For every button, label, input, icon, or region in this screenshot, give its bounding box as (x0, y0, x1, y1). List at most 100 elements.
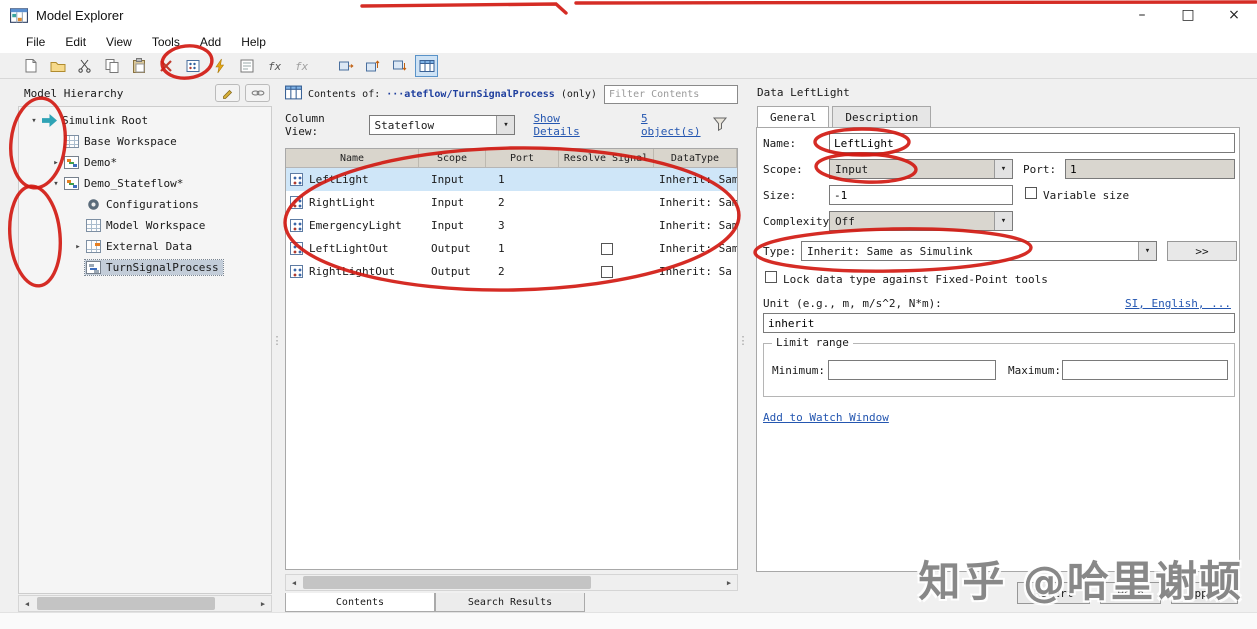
app-icon (10, 7, 28, 23)
function-call-icon[interactable]: fx (290, 56, 311, 76)
type-dropdown[interactable]: Inherit: Same as Simulink (801, 241, 1157, 261)
menu-item[interactable]: View (96, 32, 142, 52)
dialog-pane-icon[interactable] (236, 56, 257, 76)
size-label: Size: (763, 189, 797, 202)
unit-systems-link[interactable]: SI, English, ... (1125, 297, 1231, 310)
show-details-link[interactable]: Show Details (533, 112, 611, 138)
scroll-left-icon[interactable]: ◀ (19, 596, 35, 611)
expand-icon[interactable]: ▾ (27, 116, 41, 126)
expand-icon[interactable]: ▸ (49, 158, 63, 168)
resolve-signal-checkbox[interactable] (600, 265, 613, 278)
tree-item-icon (86, 240, 101, 253)
edit-icon[interactable] (215, 84, 240, 102)
panel-splitter[interactable]: ⋮ (738, 82, 749, 599)
dialog-tab[interactable]: Description (832, 106, 932, 127)
complexity-dropdown[interactable]: Off (829, 211, 1013, 231)
dialog-tab[interactable]: General (757, 106, 830, 127)
lock-datatype-checkbox[interactable] (765, 271, 777, 283)
menu-item[interactable]: Add (190, 32, 231, 52)
row-datatype: Inherit: Sam (659, 242, 737, 255)
trace-down-icon[interactable] (389, 56, 410, 76)
tree-item-label: TurnSignalProcess (106, 261, 219, 274)
row-port: 3 (498, 219, 505, 232)
column-header-resolve-signal[interactable]: Resolve Signal (559, 149, 654, 167)
menu-item[interactable]: Help (231, 32, 276, 52)
watermark: 知乎 @哈里谢顿 (918, 557, 1243, 606)
scroll-left-icon[interactable]: ◀ (286, 575, 302, 590)
name-field[interactable] (829, 133, 1235, 153)
link-icon[interactable] (245, 84, 270, 102)
tree-item-label: Demo* (84, 156, 118, 169)
panel-splitter[interactable]: ⋮ (272, 82, 283, 599)
expand-icon[interactable]: ▸ (71, 242, 85, 252)
scroll-right-icon[interactable]: ▶ (255, 596, 271, 611)
tree-item[interactable]: TurnSignalProcess (19, 257, 271, 278)
port-field[interactable] (1065, 159, 1235, 179)
expand-icon[interactable]: ▾ (49, 179, 63, 189)
copy-icon[interactable] (101, 56, 122, 76)
row-scope: Input (431, 173, 465, 186)
column-view-icon[interactable] (415, 54, 438, 77)
row-name: RightLightOut (309, 265, 396, 278)
table-row[interactable]: RightLightOut Output 2 Inherit: Sa (286, 260, 737, 283)
tree-item[interactable]: Base Workspace (19, 131, 271, 152)
tree-item[interactable]: ▾ Simulink Root (19, 110, 271, 131)
column-header-port[interactable]: Port (486, 149, 559, 167)
unit-label: Unit (e.g., m, m/s^2, N*m): (763, 297, 942, 310)
menu-item[interactable]: File (16, 32, 55, 52)
table-row[interactable]: RightLight Input 2 Inherit: Sam (286, 191, 737, 214)
paste-icon[interactable] (128, 56, 149, 76)
tree-item[interactable]: Configurations (19, 194, 271, 215)
scroll-right-icon[interactable]: ▶ (721, 575, 737, 590)
tree-item[interactable]: ▾ Demo_Stateflow* (19, 173, 271, 194)
new-object-icon[interactable] (20, 56, 41, 76)
resolve-signal-checkbox[interactable] (600, 242, 613, 255)
filter-contents-input[interactable] (604, 84, 738, 104)
trace-selected-icon[interactable] (335, 56, 356, 76)
add-to-watch-window-link[interactable]: Add to Watch Window (763, 411, 889, 424)
cut-icon[interactable] (74, 56, 95, 76)
function-icon[interactable]: fx (263, 56, 284, 76)
close-button[interactable]: × (1211, 0, 1257, 30)
maximize-button[interactable]: □ (1165, 0, 1211, 30)
hierarchy-horizontal-scrollbar[interactable]: ◀ ▶ (18, 595, 272, 612)
column-header-scope[interactable]: Scope (419, 149, 486, 167)
maximum-field[interactable] (1062, 360, 1228, 380)
minimum-field[interactable] (828, 360, 996, 380)
scrollbar-thumb[interactable] (37, 597, 215, 610)
table-header: Name Scope Port Resolve Signal DataType (286, 149, 737, 168)
contents-horizontal-scrollbar[interactable]: ◀ ▶ (285, 574, 738, 591)
row-port: 2 (498, 265, 505, 278)
row-port: 2 (498, 196, 505, 209)
menu-item[interactable]: Edit (55, 32, 96, 52)
type-expand-button[interactable]: >> (1167, 241, 1237, 261)
add-data-icon[interactable] (182, 56, 203, 76)
open-icon[interactable] (47, 56, 68, 76)
menu-item[interactable]: Tools (142, 32, 190, 52)
tree-item[interactable]: Model Workspace (19, 215, 271, 236)
unit-field[interactable] (763, 313, 1235, 333)
table-row[interactable]: LeftLight Input 1 Inherit: Sam (286, 168, 737, 191)
minimize-button[interactable]: – (1119, 0, 1165, 30)
tree-item[interactable]: ▸ Demo* (19, 152, 271, 173)
scrollbar-thumb[interactable] (303, 576, 591, 589)
model-hierarchy-tree: ▾ Simulink Root Base Workspace ▸ Demo* ▾… (18, 106, 272, 594)
object-count-link[interactable]: 5 object(s) (641, 112, 712, 138)
delete-icon[interactable] (155, 56, 176, 76)
contents-path: ···ateflow/TurnSignalProcess (386, 88, 555, 100)
trace-up-icon[interactable] (362, 56, 383, 76)
column-header-datatype[interactable]: DataType (654, 149, 737, 167)
tree-item[interactable]: ▸ External Data (19, 236, 271, 257)
size-field[interactable] (829, 185, 1013, 205)
scope-dropdown[interactable]: Input (829, 159, 1013, 179)
add-event-icon[interactable] (209, 56, 230, 76)
table-row[interactable]: EmergencyLight Input 3 Inherit: Sam (286, 214, 737, 237)
bottom-tab[interactable]: Contents (285, 593, 435, 612)
column-view-dropdown[interactable]: Stateflow (368, 115, 516, 135)
bottom-tab[interactable]: Search Results (435, 593, 585, 612)
menu-bar: File Edit View Tools Add Help (0, 30, 1257, 53)
variable-size-checkbox[interactable] (1025, 187, 1037, 199)
table-row[interactable]: LeftLightOut Output 1 Inherit: Sam (286, 237, 737, 260)
column-header-name[interactable]: Name (286, 149, 419, 167)
filter-funnel-icon[interactable] (712, 116, 728, 135)
